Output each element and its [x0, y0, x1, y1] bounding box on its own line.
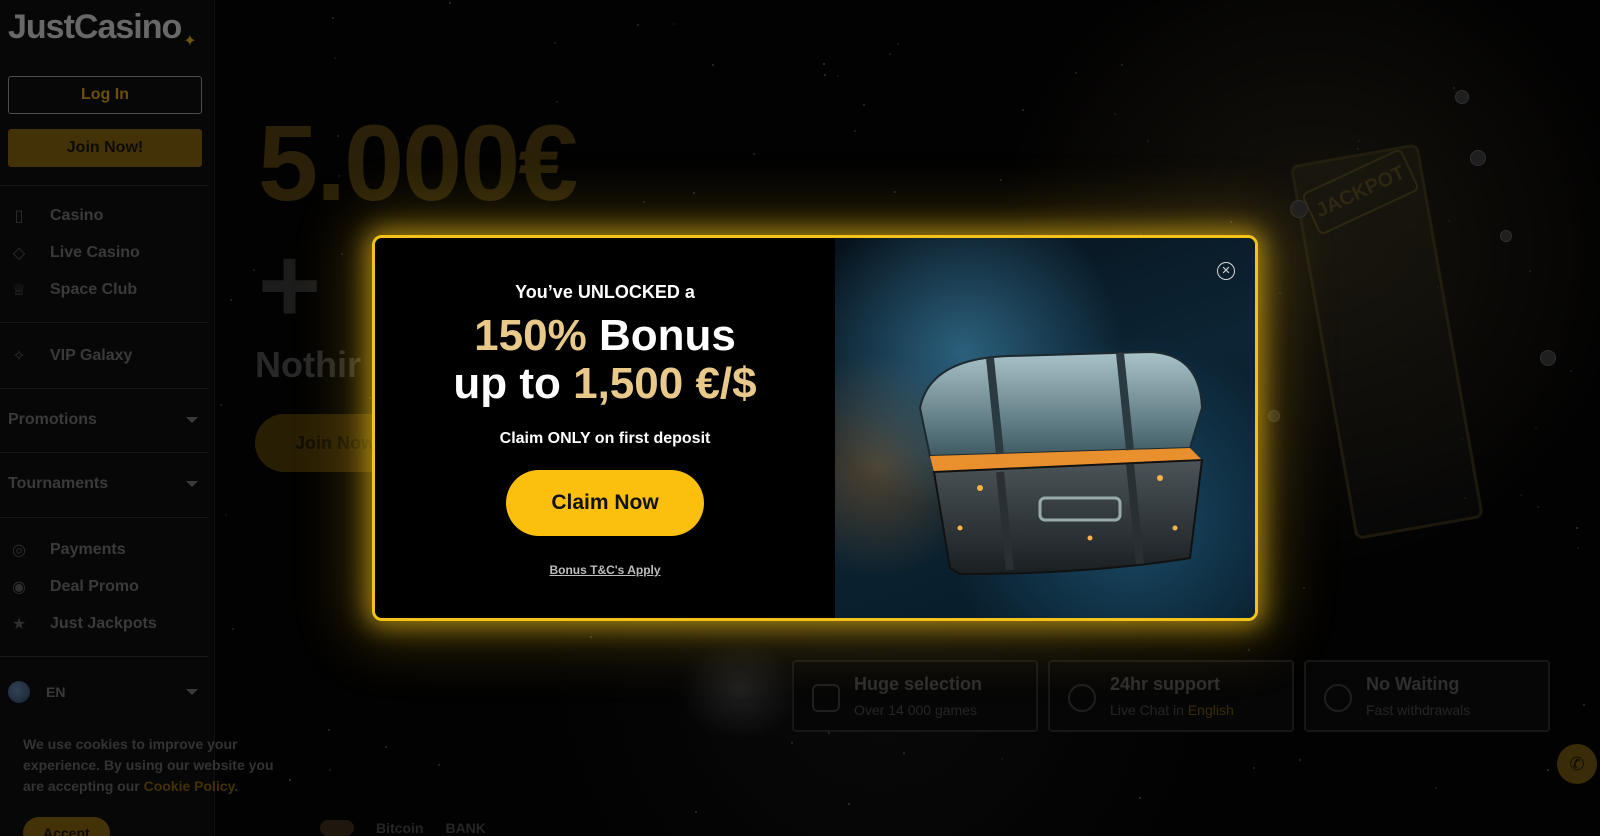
bonus-word: Bonus	[586, 311, 736, 360]
chest-illustration	[918, 350, 1204, 576]
bonus-headline: 150% Bonus	[375, 312, 835, 360]
unlock-text: You’ve UNLOCKED a	[515, 282, 695, 302]
claim-now-button[interactable]: Claim Now	[506, 470, 704, 536]
bonus-modal: You’ve UNLOCKED a 150% Bonus up to 1,500…	[372, 235, 1258, 621]
treasure-chest-image	[835, 238, 1255, 618]
bonus-amount-line: up to 1,500 €/$	[375, 360, 835, 408]
bonus-amount: 1,500 €/$	[573, 359, 757, 408]
claim-condition: Claim ONLY on first deposit	[499, 430, 711, 447]
terms-link[interactable]: Bonus T&C's Apply	[375, 563, 835, 577]
close-icon[interactable]: ✕	[1217, 262, 1235, 280]
modal-content: You’ve UNLOCKED a 150% Bonus up to 1,500…	[375, 238, 835, 618]
bonus-upto: up to	[453, 359, 574, 408]
bonus-percent: 150%	[474, 311, 587, 360]
